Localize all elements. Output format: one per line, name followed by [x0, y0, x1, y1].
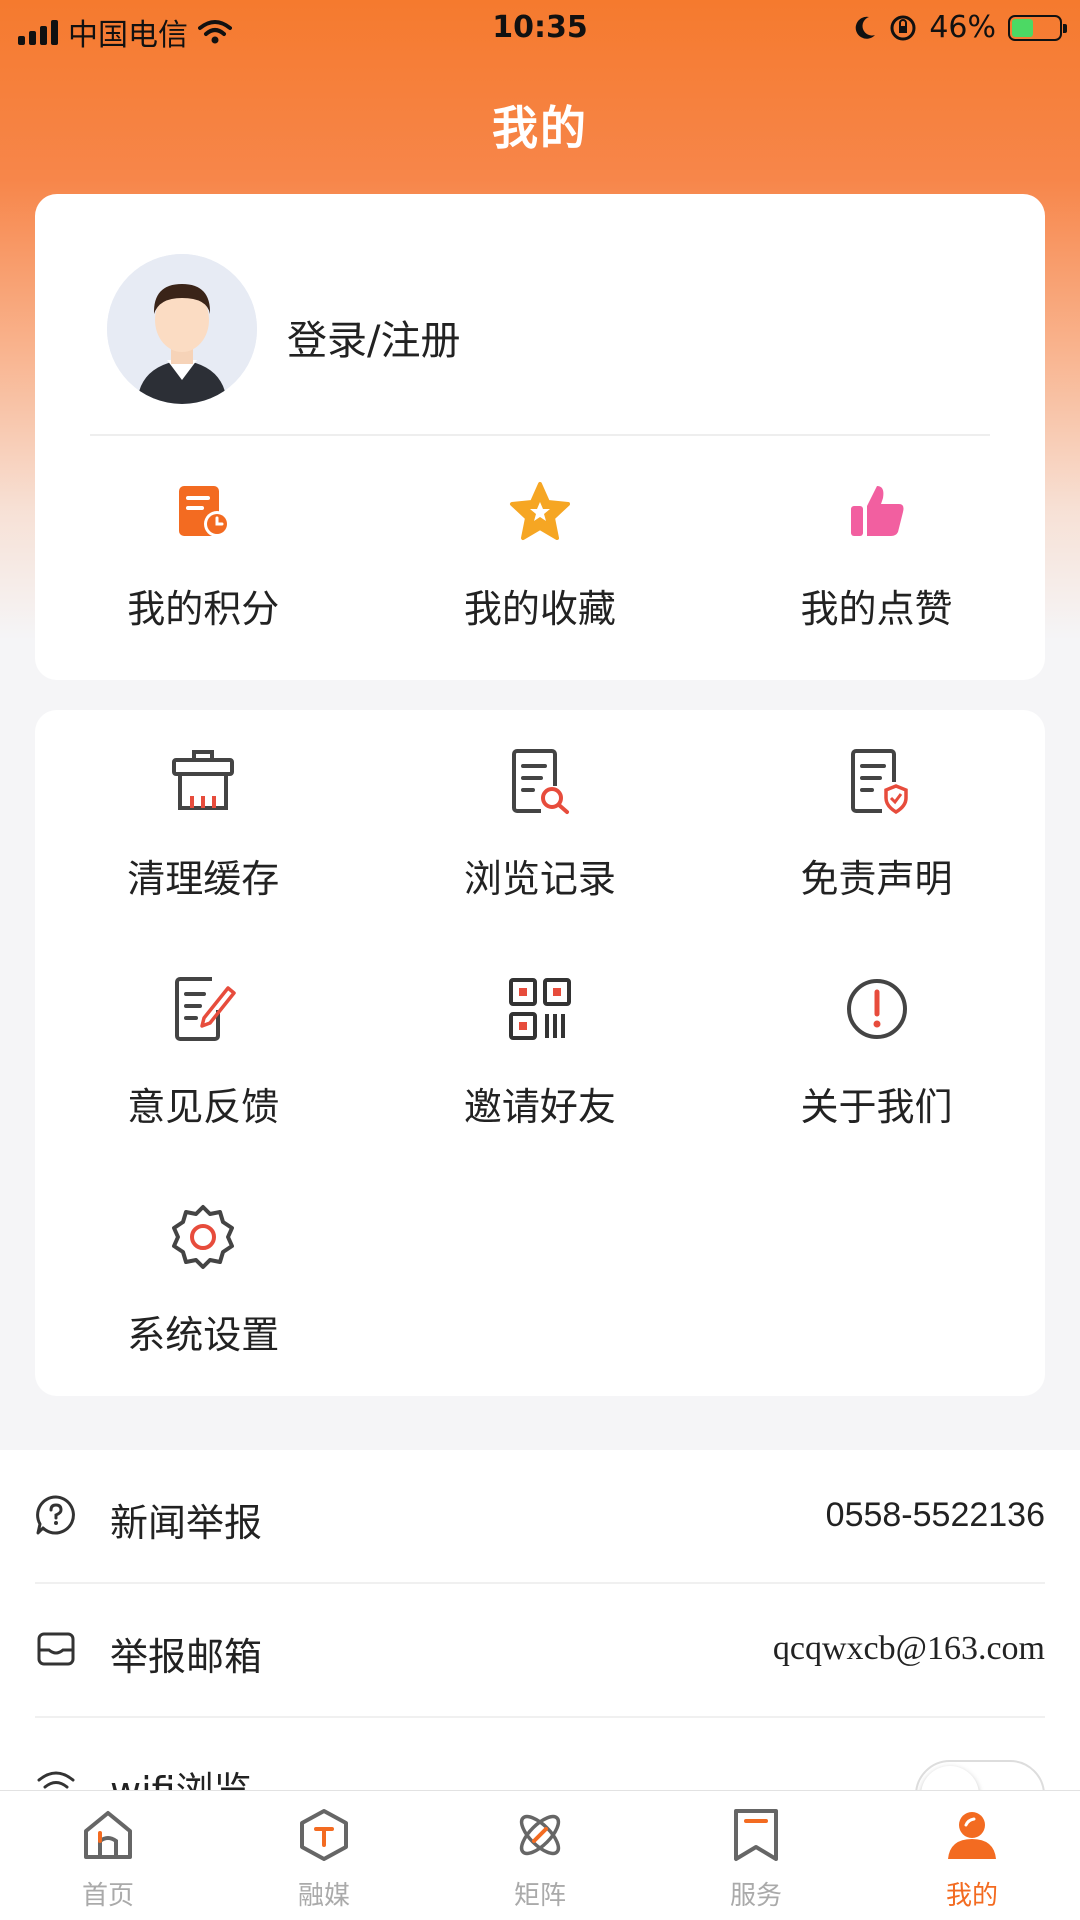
quick-item-label: 我的收藏 [463, 587, 616, 631]
quick-item-favorites[interactable]: 我的收藏 [372, 464, 709, 633]
quick-item-likes[interactable]: 我的点赞 [708, 464, 1045, 633]
quick-actions: 我的积分 我的收藏 我的点赞 [35, 464, 1045, 633]
grid-item-label: 系统设置 [127, 1313, 280, 1357]
status-right: 46% [853, 10, 1067, 45]
grid-item-label: 关于我们 [800, 1085, 953, 1129]
mail-icon [37, 1632, 75, 1666]
qr-code-icon [508, 978, 571, 1040]
divider [90, 434, 990, 436]
info-icon [846, 979, 907, 1039]
list-item-news-report[interactable]: 新闻举报 0558-5522136 [35, 1450, 1045, 1584]
grid-item-invite[interactable]: 邀请好友 [372, 974, 709, 1202]
grid-item-label: 意见反馈 [127, 1085, 280, 1129]
tab-label: 矩阵 [513, 1881, 566, 1911]
grid-item-clear-cache[interactable]: 清理缓存 [35, 746, 372, 974]
list-item-label: wifi浏览 [110, 1760, 252, 1790]
quick-item-points[interactable]: 我的积分 [35, 464, 372, 633]
tab-service[interactable]: 服务 [648, 1791, 864, 1920]
grid-item-feedback[interactable]: 意见反馈 [35, 974, 372, 1202]
status-bar: 中国电信 10:35 46% [0, 0, 1080, 56]
list-item-label: 新闻举报 [110, 1501, 263, 1545]
service-icon [734, 1809, 778, 1861]
list-item-report-email[interactable]: 举报邮箱 qcqwxcb@163.com [35, 1584, 1045, 1718]
wifi-toggle[interactable] [915, 1760, 1045, 1790]
list-item-wifi[interactable]: wifi浏览 [35, 1718, 1045, 1790]
battery-icon [1008, 14, 1067, 41]
profile-icon [948, 1812, 996, 1859]
media-icon [300, 1809, 348, 1861]
tab-matrix[interactable]: 矩阵 [432, 1791, 648, 1920]
tab-home[interactable]: 首页 [0, 1791, 216, 1920]
battery-percent: 46% [929, 10, 996, 45]
feedback-icon [175, 977, 237, 1041]
tab-label: 服务 [729, 1881, 782, 1911]
profile-card: 登录/注册 我的积分 我的收藏 我的点赞 [35, 194, 1045, 680]
thumbs-up-icon [850, 486, 904, 536]
help-bubble-icon [36, 1495, 75, 1535]
wifi-icon [37, 1771, 75, 1789]
matrix-icon [519, 1814, 561, 1856]
grid-item-settings[interactable]: 系统设置 [35, 1202, 372, 1430]
disclaimer-icon [850, 749, 908, 815]
clear-cache-icon [172, 750, 235, 810]
avatar-icon [107, 254, 257, 404]
page-title: 我的 [492, 101, 588, 155]
settings-icon [172, 1205, 235, 1269]
history-icon [511, 749, 569, 814]
quick-item-label: 我的积分 [127, 587, 280, 631]
quick-item-label: 我的点赞 [800, 587, 953, 631]
avatar[interactable] [107, 254, 257, 404]
moon-icon [856, 16, 876, 39]
tab-label: 我的 [945, 1881, 998, 1911]
list-item-label: 举报邮箱 [110, 1635, 263, 1679]
grid-item-label: 邀请好友 [463, 1085, 616, 1129]
tab-label: 融媒 [297, 1881, 350, 1911]
toggle-knob [921, 1766, 979, 1790]
grid-item-history[interactable]: 浏览记录 [372, 746, 709, 974]
grid-item-label: 浏览记录 [463, 857, 616, 901]
tab-profile[interactable]: 我的 [864, 1791, 1080, 1920]
orientation-lock-icon [890, 15, 916, 40]
services-grid: 清理缓存 浏览记录 免责声明 意见反馈 邀请好友 关于我们 系统设置 [35, 746, 1045, 1430]
grid-item-label: 免责声明 [800, 857, 953, 901]
info-list: 新闻举报 0558-5522136 举报邮箱 qcqwxcb@163.com w… [0, 1450, 1080, 1790]
points-icon [179, 486, 231, 537]
grid-item-label: 清理缓存 [127, 857, 280, 901]
report-email[interactable]: qcqwxcb@163.com [773, 1630, 1045, 1668]
services-card: 清理缓存 浏览记录 免责声明 意见反馈 邀请好友 关于我们 系统设置 [35, 710, 1045, 1396]
star-icon [509, 482, 570, 540]
login-register-link[interactable]: 登录/注册 [287, 308, 460, 366]
tab-label: 首页 [81, 1881, 134, 1911]
tab-media[interactable]: 融媒 [216, 1791, 432, 1920]
report-phone[interactable]: 0558-5522136 [826, 1496, 1045, 1535]
grid-item-about[interactable]: 关于我们 [708, 974, 1045, 1202]
tab-bar: 首页 融媒 矩阵 服务 我的 [0, 1790, 1080, 1920]
grid-item-disclaimer[interactable]: 免责声明 [708, 746, 1045, 974]
home-icon [84, 1811, 132, 1859]
